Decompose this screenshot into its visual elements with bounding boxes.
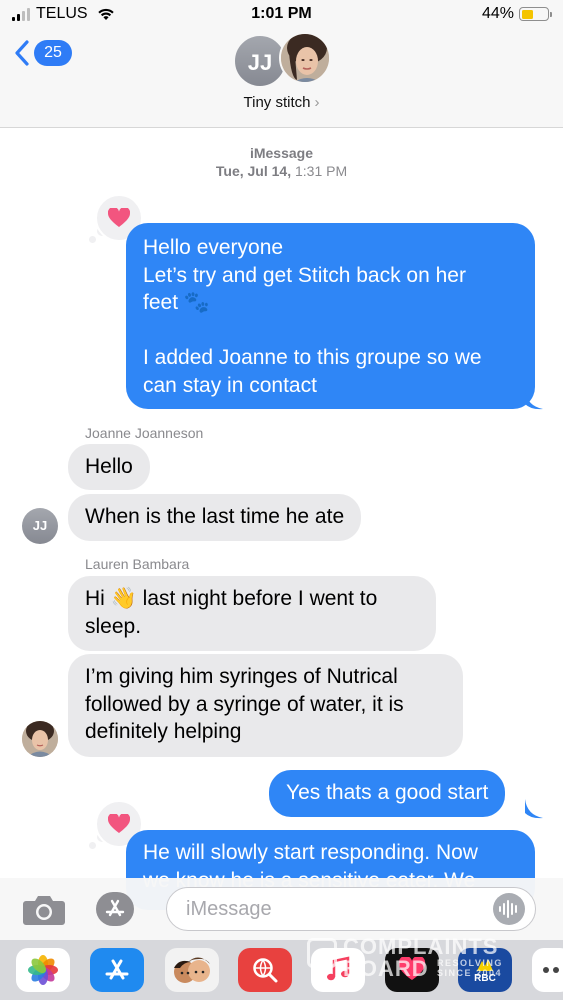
message-line: definitely helping xyxy=(85,720,242,743)
timestamp: Tue, Jul 14, 1:31 PM xyxy=(0,163,563,179)
message-input-placeholder: iMessage xyxy=(186,898,272,920)
message-bubble-incoming[interactable]: Hi 👋 last night before I went to sleep. xyxy=(68,576,436,651)
compose-bar: iMessage xyxy=(0,878,563,940)
rbc-icon[interactable]: RBC xyxy=(458,948,512,992)
search-web-icon[interactable] xyxy=(238,948,292,992)
rbc-label: RBC xyxy=(474,972,496,984)
service-label: iMessage xyxy=(249,145,314,161)
more-icon[interactable] xyxy=(532,948,563,992)
sender-name: Lauren Bambara xyxy=(85,556,190,572)
battery-indicator: 44% xyxy=(481,5,552,23)
status-bar: TELUS 1:01 PM 44% xyxy=(0,0,563,30)
message-line: followed by a syringe of water, it is xyxy=(85,692,404,716)
memoji-icon[interactable] xyxy=(165,948,219,992)
tapback-tail xyxy=(89,236,96,243)
music-icon[interactable] xyxy=(311,948,365,992)
conversation-header: 25 JJ Tiny stitch › xyxy=(0,30,563,128)
photos-icon[interactable] xyxy=(16,948,70,992)
app-store-button[interactable] xyxy=(96,892,134,926)
message-line xyxy=(143,317,518,345)
app-store-icon[interactable] xyxy=(90,948,144,992)
message-line: Let’s try and get Stitch back on her xyxy=(143,263,466,287)
chevron-left-icon xyxy=(15,40,29,66)
camera-icon[interactable] xyxy=(22,894,66,926)
message-bubble-incoming[interactable]: Hello xyxy=(68,444,150,490)
avatar-photo[interactable] xyxy=(22,721,58,757)
bubble-tail xyxy=(525,799,543,819)
tapback-tail xyxy=(89,842,96,849)
battery-percent: 44% xyxy=(481,5,514,22)
video-icon[interactable] xyxy=(385,948,439,992)
group-avatars[interactable]: JJ xyxy=(233,32,333,88)
message-bubble-outgoing[interactable]: Yes thats a good start xyxy=(269,770,506,817)
battery-icon xyxy=(519,7,552,21)
sender-name: Joanne Joanneson xyxy=(85,425,204,441)
message-line: Hello everyone xyxy=(143,236,284,259)
message-line: can stay in contact xyxy=(143,373,317,397)
avatar-photo xyxy=(279,32,331,84)
chevron-right-icon: › xyxy=(314,94,320,111)
message-text: When is the last time he ate xyxy=(85,505,345,528)
status-time: 1:01 PM xyxy=(251,5,312,22)
back-button[interactable]: 25 xyxy=(14,40,72,66)
message-bubble-outgoing[interactable]: Hello everyone Let’s try and get Stitch … xyxy=(126,223,535,409)
group-name-label: Tiny stitch xyxy=(243,94,311,111)
heart-icon xyxy=(108,208,130,227)
message-input[interactable]: iMessage xyxy=(166,887,536,931)
message-bubble-incoming[interactable]: When is the last time he ate xyxy=(68,494,362,541)
timestamp-time: 1:31 PM xyxy=(294,163,348,179)
message-line: He will slowly start responding. Now xyxy=(143,841,478,864)
message-line: sleep. xyxy=(85,614,142,638)
heart-icon xyxy=(108,814,130,833)
message-line: I added Joanne to this groupe so we xyxy=(143,346,482,369)
message-line: Hi 👋 last night before I went to xyxy=(85,587,378,610)
message-line: I’m giving him syringes of Nutrical xyxy=(85,665,398,688)
unread-count-badge: 25 xyxy=(34,40,72,66)
audio-message-button[interactable] xyxy=(493,893,525,925)
message-text: Yes thats a good start xyxy=(286,781,489,804)
app-store-icon xyxy=(105,899,125,917)
message-text: Hello xyxy=(85,455,133,478)
app-drawer: RBC xyxy=(0,940,563,1000)
waveform-icon xyxy=(499,900,517,918)
timestamp-date: Tue, Jul 14, xyxy=(215,163,292,179)
message-bubble-incoming[interactable]: I’m giving him syringes of Nutrical foll… xyxy=(68,654,463,757)
group-name[interactable]: Tiny stitch › xyxy=(0,94,563,111)
avatar[interactable]: JJ xyxy=(22,508,58,544)
bubble-tail xyxy=(525,390,543,410)
message-line: feet 🐾 xyxy=(143,291,211,314)
